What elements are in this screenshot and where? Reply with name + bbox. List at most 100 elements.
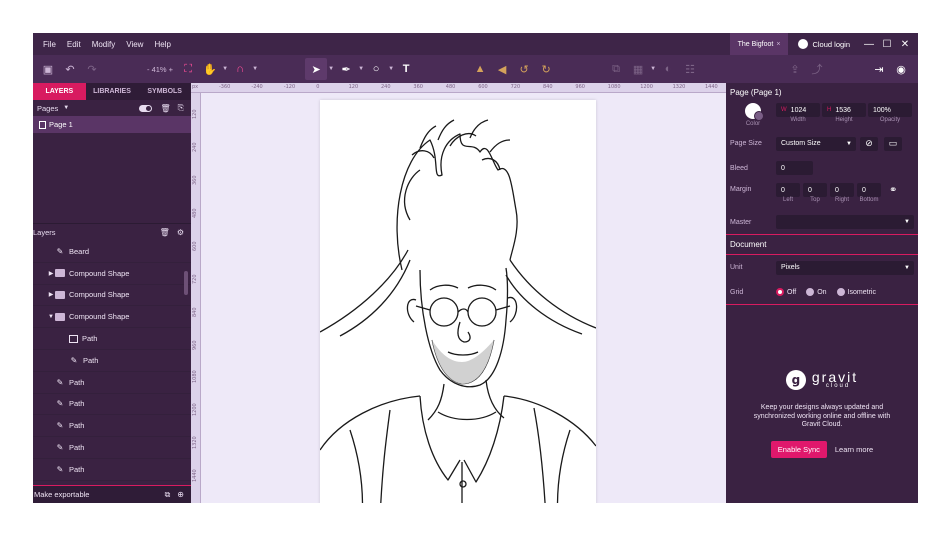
minimize-icon[interactable]: — (860, 39, 878, 50)
add-export-icon[interactable]: ⊕ (177, 490, 184, 499)
bleed-row: Bleed 0 (726, 156, 918, 180)
master-select[interactable]: ▼ (776, 215, 914, 229)
layer-row[interactable]: ✎ Path (33, 372, 191, 394)
menu-help[interactable]: Help (150, 40, 174, 49)
menu-edit[interactable]: Edit (63, 40, 85, 49)
layer-name: Path (69, 464, 85, 474)
document-tab[interactable]: The Bigfoot × (729, 33, 789, 55)
margin-bottom-field[interactable]: 0 (857, 183, 881, 197)
rotate-right-icon[interactable]: ↻ (535, 59, 557, 79)
gravit-logo-icon: g (785, 370, 806, 390)
landscape-icon[interactable]: ▭ (884, 136, 902, 151)
present-icon[interactable]: ⇥ (868, 59, 890, 79)
play-icon[interactable]: ◉ (890, 59, 912, 79)
share-icon[interactable]: ⤴ (806, 59, 828, 79)
layer-row[interactable]: ▶ Compound Shape (33, 263, 191, 285)
layer-row[interactable]: ▼ Compound Shape (33, 306, 191, 329)
grid-isometric-radio[interactable] (836, 288, 845, 296)
layer-row[interactable]: ✎ Path (33, 437, 191, 459)
trash-icon[interactable]: 🗑 (160, 228, 170, 237)
width-field[interactable]: W 1024 (776, 103, 820, 117)
menu-modify[interactable]: Modify (88, 40, 120, 49)
transform-icon[interactable]: ⧉ (605, 59, 627, 79)
layer-row[interactable]: ▶ Compound Shape (33, 285, 191, 307)
page-item[interactable]: Page 1 (33, 116, 191, 133)
layer-name: Beard (69, 246, 90, 256)
fit-icon[interactable]: ⛶ (177, 59, 199, 79)
grid-on-radio[interactable] (806, 288, 815, 296)
pointer-icon[interactable]: ➤ (305, 59, 327, 79)
margin-top-field[interactable]: 0 (803, 183, 827, 197)
tab-libraries[interactable]: LIBRARIES (86, 83, 139, 100)
chevron-right-icon[interactable]: ▶ (47, 270, 55, 277)
trash-icon[interactable]: 🗑 (160, 104, 170, 113)
ellipse-icon[interactable]: ○ (365, 59, 387, 79)
margin-left-field[interactable]: 0 (776, 183, 800, 197)
tab-layers[interactable]: LAYERS (33, 83, 86, 100)
pen-icon[interactable]: ✒ (335, 59, 357, 79)
enable-sync-button[interactable]: Enable Sync (770, 440, 827, 458)
chevron-down-icon[interactable]: ▼ (327, 66, 335, 72)
color-swatch[interactable] (745, 103, 764, 121)
canvas-area[interactable]: px -360 -240 -120 0 120 240 360 480 600 720 840 960… (191, 83, 726, 503)
chevron-down-icon[interactable]: ▼ (63, 105, 69, 111)
artboard[interactable] (319, 100, 597, 503)
chevron-down-icon[interactable]: ▼ (221, 66, 229, 72)
chevron-down-icon[interactable]: ▼ (357, 66, 365, 72)
tab-symbols[interactable]: SYMBOLS (138, 83, 191, 100)
triangle-icon[interactable]: ▲ (469, 59, 491, 79)
page-size-row: Color W 1024 Width H 1536 Height 100% Opac… (726, 101, 918, 131)
margin-right-field[interactable]: 0 (830, 183, 854, 197)
make-exportable-label[interactable]: Make exportable (34, 490, 89, 499)
close-tab-icon[interactable]: × (776, 41, 780, 48)
layer-row[interactable]: ✎ Path (33, 394, 191, 416)
hand-icon[interactable]: ✋ (199, 59, 221, 79)
layer-row[interactable]: ✎ Beard (33, 241, 191, 263)
layer-row[interactable]: ✎ Path (33, 415, 191, 438)
undo-icon[interactable]: ↶ (59, 59, 81, 79)
arrange-icon[interactable]: ▦ (627, 59, 649, 79)
flip-icon[interactable]: ◀ (491, 59, 513, 79)
page-size-select[interactable]: Custom Size ▼ (776, 136, 856, 151)
zoom-control[interactable]: - 41% + (143, 65, 177, 74)
cloud-login-button[interactable]: Cloud login (788, 39, 860, 49)
chevron-down-icon[interactable]: ▼ (387, 66, 395, 72)
chevron-down-icon[interactable]: ▼ (47, 314, 55, 320)
pages-label[interactable]: Pages (37, 104, 58, 113)
bleed-field[interactable]: 0 (776, 161, 813, 175)
maximize-icon[interactable]: ☐ (878, 39, 896, 50)
save-icon[interactable]: ▣ (37, 59, 59, 79)
layers-scrollbar[interactable] (184, 271, 188, 295)
opacity-field[interactable]: 100% (868, 103, 912, 117)
left-ruler[interactable]: 120 240 360 480 600 720 840 960 1080 1200 1320 1440 (191, 93, 201, 503)
layer-row[interactable]: ✎ Path (33, 459, 191, 481)
chevron-right-icon[interactable]: ▶ (47, 291, 55, 298)
stack-icon[interactable]: ☷ (679, 59, 701, 79)
menu-view[interactable]: View (122, 40, 147, 49)
pages-toggle[interactable] (139, 104, 153, 112)
top-ruler[interactable]: px -360 -240 -120 0 120 240 360 480 600 720 840 960… (191, 83, 726, 93)
export-icon[interactable]: ⇪ (784, 59, 806, 79)
add-page-icon[interactable]: ⎘ (178, 103, 184, 113)
height-field[interactable]: H 1536 (822, 103, 866, 117)
close-window-icon[interactable]: ✕ (896, 39, 914, 50)
layer-row[interactable]: ✎ Path (33, 350, 191, 372)
magnet-icon[interactable]: ∩ (229, 59, 251, 79)
unit-select[interactable]: Pixels ▼ (776, 260, 914, 275)
chevron-down-icon[interactable]: ▼ (251, 66, 259, 72)
unit-row: Unit Pixels ▼ (726, 255, 918, 280)
rotate-icon[interactable]: ↺ (513, 59, 535, 79)
orientation-icon[interactable]: ⊘ (860, 136, 878, 151)
chevron-down-icon[interactable]: ▼ (649, 66, 657, 72)
export-slice-icon[interactable]: ⧉ (165, 490, 171, 500)
layers-options-icon[interactable]: ⚙ (177, 228, 184, 237)
layer-row[interactable]: Path (33, 328, 191, 350)
learn-more-link[interactable]: Learn more (835, 445, 873, 454)
redo-icon[interactable]: ↷ (81, 59, 103, 79)
menu-file[interactable]: File (39, 40, 60, 49)
boolean-icon[interactable]: ◐ (657, 59, 679, 79)
pointer-tool-group[interactable]: ➤ (305, 58, 328, 80)
link-icon[interactable]: ⚭ (889, 183, 897, 196)
grid-off-radio[interactable] (776, 288, 784, 296)
text-icon[interactable]: T (395, 59, 417, 79)
